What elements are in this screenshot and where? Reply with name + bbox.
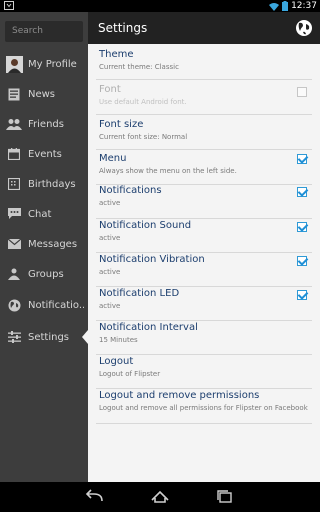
sidebar-item-label: My Profile [28, 58, 77, 70]
sidebar-item-news[interactable]: News [0, 79, 88, 109]
setting-subtitle: active [99, 268, 121, 276]
setting-notification-sound[interactable]: Notification Sound active [88, 219, 320, 253]
sidebar-item-settings[interactable]: Settings [0, 322, 88, 352]
status-clock: 12:37 [291, 1, 317, 11]
setting-menu[interactable]: Menu Always show the menu on the left si… [88, 150, 320, 184]
chat-icon [7, 208, 21, 219]
setting-subtitle: Use default Android font. [99, 98, 187, 106]
setting-title: Notification Sound [99, 220, 192, 231]
sidebar-item-my-profile[interactable]: My Profile [0, 49, 88, 79]
action-bar: Settings [88, 12, 320, 44]
status-bar: 12:37 [0, 0, 320, 12]
notifications-checkbox[interactable] [297, 187, 307, 197]
notification-led-checkbox[interactable] [297, 290, 307, 300]
page-title: Settings [98, 21, 148, 35]
setting-subtitle: Always show the menu on the left side. [99, 167, 237, 175]
sidebar-item-chat[interactable]: Chat [0, 199, 88, 229]
setting-subtitle: Logout and remove all permissions for Fl… [99, 404, 308, 412]
sidebar-item-label: Notificatio... [28, 299, 84, 311]
setting-theme[interactable]: Theme Current theme: Classic [88, 45, 320, 79]
setting-logout[interactable]: Logout Logout of Flipster [88, 355, 320, 389]
calendar-icon [8, 148, 20, 160]
navigation-bar [0, 482, 320, 512]
globe-icon[interactable] [295, 19, 313, 37]
divider [96, 423, 312, 424]
sidebar-item-friends[interactable]: Friends [0, 109, 88, 139]
setting-notification-vibration[interactable]: Notification Vibration active [88, 253, 320, 287]
birthday-icon [8, 178, 20, 190]
sidebar-item-label: Groups [28, 268, 64, 280]
news-icon [8, 88, 20, 100]
battery-icon [282, 1, 289, 11]
home-icon[interactable] [147, 487, 173, 507]
sidebar-item-notifications[interactable]: Notificatio... [0, 290, 88, 320]
sidebar-item-label: Chat [28, 208, 52, 220]
setting-font-size[interactable]: Font size Current font size: Normal [88, 115, 320, 149]
setting-subtitle: active [99, 199, 121, 207]
setting-title: Theme [99, 49, 134, 60]
download-notification-icon [4, 1, 14, 10]
sidebar-item-label: Events [28, 148, 62, 160]
notification-sound-checkbox[interactable] [297, 222, 307, 232]
sidebar-item-label: Messages [28, 238, 78, 250]
recent-apps-icon[interactable] [212, 487, 238, 507]
settings-panel: Settings Theme Current theme: Classic Fo… [88, 12, 320, 482]
menu-checkbox[interactable] [297, 154, 307, 164]
font-checkbox[interactable] [297, 87, 307, 97]
globe-icon [8, 299, 20, 311]
friends-icon [6, 119, 22, 130]
setting-title: Font size [99, 119, 144, 130]
sidebar-menu: Search My Profile News Friends Events Bi… [0, 12, 88, 482]
sidebar-item-label: Birthdays [28, 178, 76, 190]
sliders-icon [7, 331, 21, 343]
setting-subtitle: Current theme: Classic [99, 63, 179, 71]
sidebar-item-events[interactable]: Events [0, 139, 88, 169]
groups-icon [8, 268, 20, 280]
search-input[interactable]: Search [5, 21, 83, 42]
setting-title: Menu [99, 153, 127, 164]
setting-notification-led[interactable]: Notification LED active [88, 287, 320, 321]
wifi-icon [269, 2, 280, 11]
setting-title: Notification LED [99, 288, 180, 299]
setting-title: Notification Vibration [99, 254, 205, 265]
search-placeholder: Search [12, 26, 43, 36]
setting-title: Logout [99, 356, 134, 367]
sidebar-item-messages[interactable]: Messages [0, 229, 88, 259]
sidebar-item-birthdays[interactable]: Birthdays [0, 169, 88, 199]
setting-subtitle: active [99, 302, 121, 310]
avatar [5, 55, 23, 73]
sidebar-item-label: Settings [28, 331, 70, 343]
setting-subtitle: 15 Minutes [99, 336, 138, 344]
setting-subtitle: active [99, 234, 121, 242]
setting-subtitle: Current font size: Normal [99, 133, 188, 141]
setting-notifications[interactable]: Notifications active [88, 185, 320, 219]
envelope-icon [7, 239, 21, 249]
setting-font[interactable]: Font Use default Android font. [88, 80, 320, 114]
setting-title: Notification Interval [99, 322, 198, 333]
sidebar-item-label: News [28, 88, 56, 100]
setting-title: Logout and remove permissions [99, 390, 260, 401]
setting-notification-interval[interactable]: Notification Interval 15 Minutes [88, 321, 320, 355]
notification-vibration-checkbox[interactable] [297, 256, 307, 266]
back-icon[interactable] [82, 487, 108, 507]
setting-subtitle: Logout of Flipster [99, 370, 161, 378]
sidebar-item-groups[interactable]: Groups [0, 259, 88, 289]
setting-title: Notifications [99, 185, 162, 196]
sidebar-item-label: Friends [28, 118, 64, 130]
setting-logout-remove-permissions[interactable]: Logout and remove permissions Logout and… [88, 389, 320, 423]
setting-title: Font [99, 84, 121, 95]
